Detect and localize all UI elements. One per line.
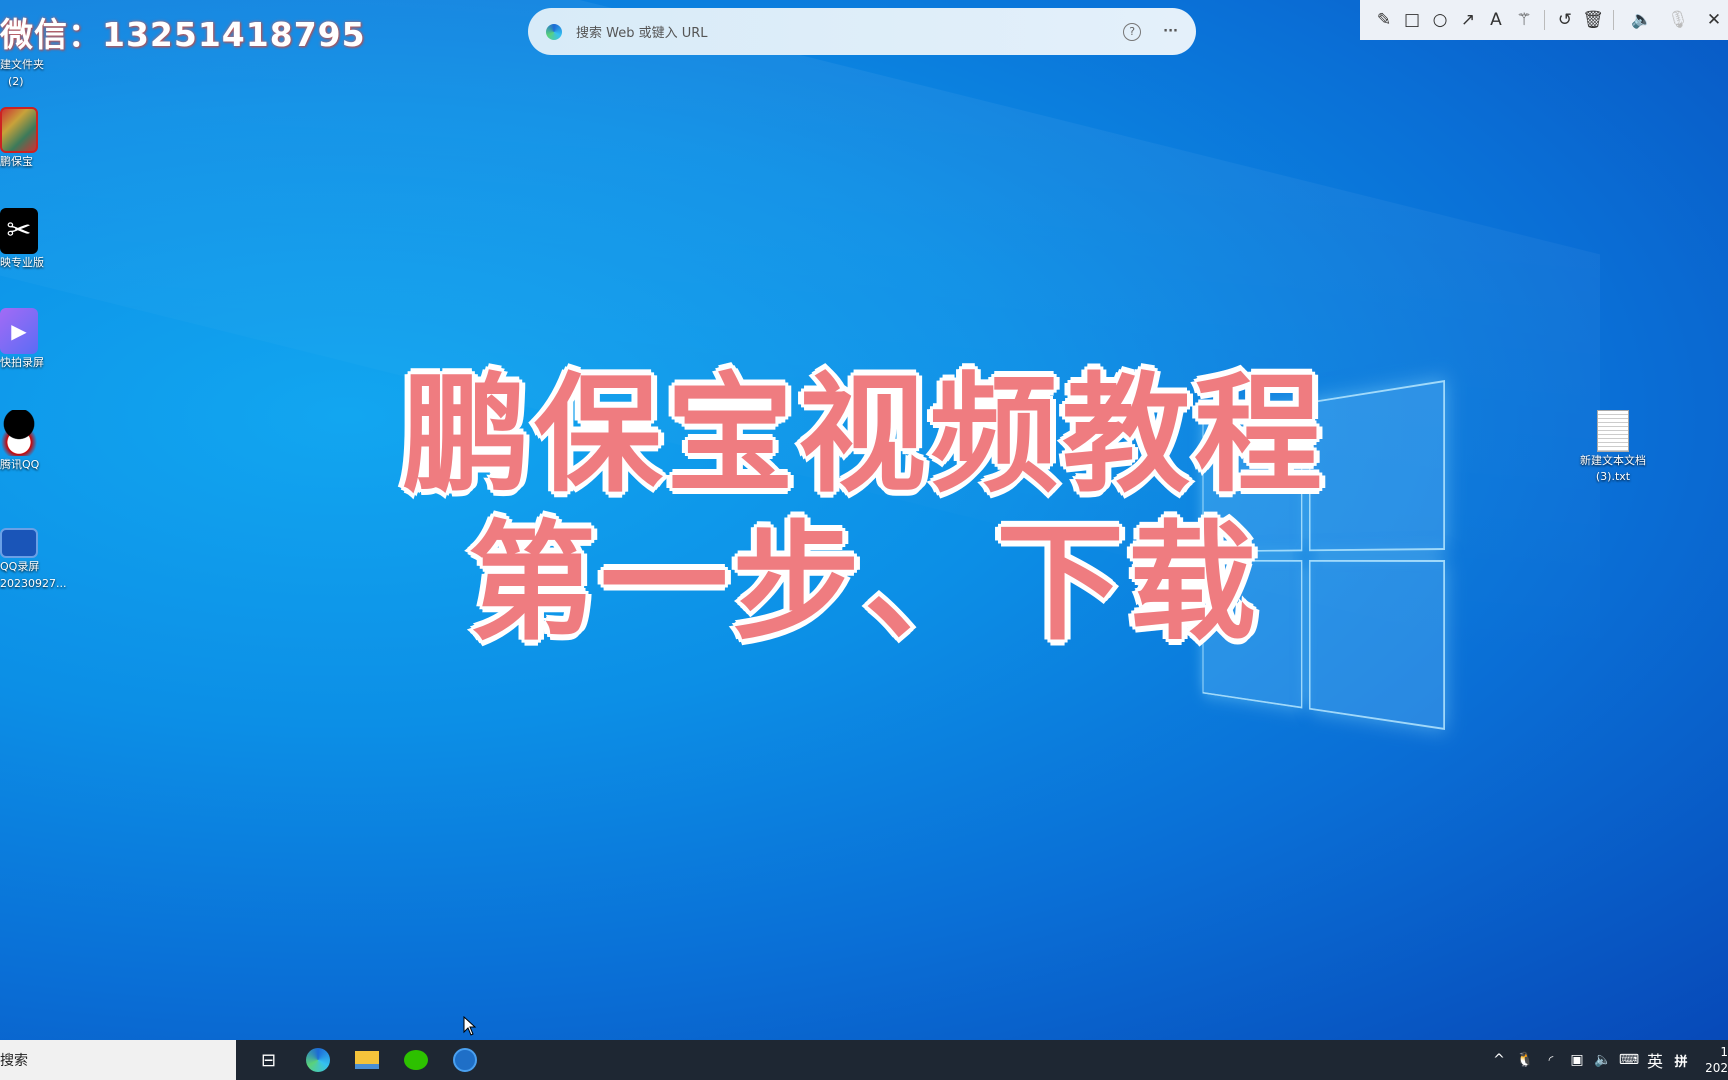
desktop-icon-pengbaobao[interactable]: 鹏保宝 <box>0 107 60 170</box>
divider <box>1613 10 1614 30</box>
text-icon[interactable]: A <box>1482 6 1510 34</box>
search-placeholder: 搜索 Web 或键入 URL <box>576 22 1123 41</box>
annotation-toolbar: ✎ □ ○ ↗ A ⚚ ↺ 🗑 🔈 🎙 ✕ <box>1360 0 1728 40</box>
wechat-icon[interactable] <box>391 1040 440 1080</box>
ime-mode-toggle[interactable]: 拼 <box>1668 1051 1694 1070</box>
wifi-icon[interactable]: ◜ <box>1538 1053 1564 1067</box>
arrow-icon[interactable]: ↗ <box>1454 6 1482 34</box>
divider <box>1544 10 1545 30</box>
system-tray: ^ 🐧 ◜ ▣ 🔈 ⌨ 英 拼 1 202 <box>1486 1040 1728 1080</box>
magic-wand-icon[interactable]: ⚚ <box>1510 6 1538 34</box>
network-status-icon[interactable]: ▣ <box>1564 1052 1590 1068</box>
desktop-icon-screen-recorder[interactable]: ▶ 快拍录屏 <box>0 308 60 371</box>
desktop-icon-capcut[interactable]: ✂ 映专业版 <box>0 208 60 271</box>
speaker-icon[interactable]: 🔈 <box>1628 6 1656 34</box>
rectangle-icon[interactable]: □ <box>1398 6 1426 34</box>
text-document-icon <box>1597 410 1629 452</box>
circle-icon[interactable]: ○ <box>1426 6 1454 34</box>
desktop-icon-new-folder[interactable]: 建文件夹 (2) <box>0 56 60 90</box>
edge-icon <box>546 24 562 40</box>
desktop-icon-text-file[interactable]: 新建文本文档 (3).txt <box>1572 410 1654 486</box>
browser-search-bar[interactable]: 搜索 Web 或键入 URL ? ··· <box>528 8 1196 55</box>
task-view-icon[interactable]: ⊟ <box>244 1040 293 1080</box>
phone-link-icon[interactable] <box>440 1040 489 1080</box>
help-icon[interactable]: ? <box>1123 23 1141 41</box>
pencil-icon[interactable]: ✎ <box>1370 6 1398 34</box>
mouse-cursor-icon <box>463 1016 477 1036</box>
qq-tray-icon[interactable]: 🐧 <box>1512 1052 1538 1068</box>
undo-icon[interactable]: ↺ <box>1551 6 1579 34</box>
show-hidden-icons-chevron-icon[interactable]: ^ <box>1486 1052 1512 1068</box>
more-options-icon[interactable]: ··· <box>1163 24 1178 39</box>
edge-taskbar-icon[interactable] <box>293 1040 342 1080</box>
capcut-icon: ✂ <box>0 208 38 254</box>
file-explorer-icon[interactable] <box>342 1040 391 1080</box>
trash-icon[interactable]: 🗑 <box>1579 6 1607 34</box>
close-icon[interactable]: ✕ <box>1700 6 1728 34</box>
wechat-watermark: 微信：13251418795 <box>0 8 366 56</box>
taskbar-search-box[interactable]: 搜索 <box>0 1040 236 1080</box>
screen-recorder-icon: ▶ <box>0 308 38 354</box>
taskbar: 搜索 ⊟ ^ 🐧 ◜ ▣ 🔈 ⌨ 英 拼 1 202 <box>0 1040 1728 1080</box>
ime-language-toggle[interactable]: 英 <box>1642 1048 1668 1072</box>
clock[interactable]: 1 202 <box>1694 1044 1728 1076</box>
pengbaobao-icon <box>0 107 38 153</box>
keyboard-icon[interactable]: ⌨ <box>1616 1052 1642 1068</box>
mic-muted-icon[interactable]: 🎙 <box>1664 6 1692 34</box>
title-line-2: 第一步、下载 <box>0 514 1728 654</box>
desktop[interactable]: 微信：13251418795 建文件夹 (2) 鹏保宝 ✂ 映专业版 ▶ 快拍录… <box>0 0 1728 1040</box>
volume-icon[interactable]: 🔈 <box>1590 1052 1616 1068</box>
title-line-1: 鹏保宝视频教程 <box>0 366 1728 506</box>
